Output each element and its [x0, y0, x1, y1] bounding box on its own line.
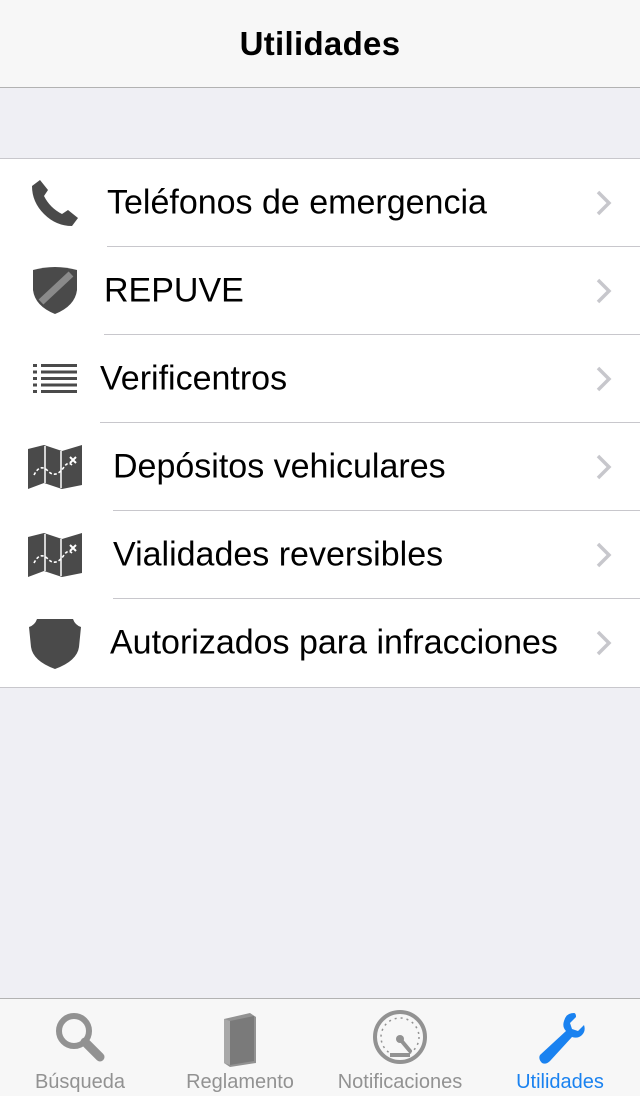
list-item-label: Depósitos vehiculares	[113, 447, 446, 486]
page-title: Utilidades	[239, 24, 401, 62]
list-item-vialidades-reversibles[interactable]: Vialidades reversibles	[0, 511, 640, 599]
tab-label: Búsqueda	[34, 1071, 126, 1093]
map-icon	[26, 440, 84, 494]
phone-icon	[26, 176, 84, 230]
tab-bar: Búsqueda Reglamento Notificaciones Utili…	[0, 998, 640, 1096]
list-item-depositos-vehiculares[interactable]: Depósitos vehiculares	[0, 423, 640, 511]
list-icon	[26, 352, 84, 406]
list-item-label: Autorizados para infracciones	[110, 623, 558, 662]
wrench-icon	[539, 1013, 585, 1064]
list-item-label: Vialidades reversibles	[113, 535, 444, 574]
tab-label: Utilidades	[516, 1071, 604, 1093]
chevron-right-icon	[596, 630, 612, 656]
list-item-verificentros[interactable]: Verificentros	[0, 335, 640, 423]
chevron-right-icon	[596, 366, 612, 392]
list-item-autorizados-infracciones[interactable]: Autorizados para infracciones	[0, 599, 640, 687]
chevron-right-icon	[596, 278, 612, 304]
navigation-bar: Utilidades	[0, 0, 640, 88]
list-item-label: Verificentros	[100, 359, 288, 398]
search-icon	[56, 1013, 105, 1062]
shield-icon	[26, 264, 84, 318]
list-item-label: Teléfonos de emergencia	[107, 183, 487, 222]
chevron-right-icon	[596, 454, 612, 480]
book-icon	[224, 1013, 256, 1067]
tab-busqueda[interactable]: Búsqueda	[0, 999, 160, 1096]
tab-utilidades[interactable]: Utilidades	[480, 999, 640, 1096]
map-icon	[26, 528, 84, 582]
chevron-right-icon	[596, 190, 612, 216]
tab-notificaciones[interactable]: Notificaciones	[320, 999, 480, 1096]
utilities-list: Teléfonos de emergencia REPUVE Verificen…	[0, 158, 640, 688]
tab-label: Reglamento	[186, 1071, 294, 1093]
list-item-telefonos-emergencia[interactable]: Teléfonos de emergencia	[0, 159, 640, 247]
list-item-label: REPUVE	[104, 271, 244, 310]
list-item-repuve[interactable]: REPUVE	[0, 247, 640, 335]
chevron-right-icon	[596, 542, 612, 568]
tab-reglamento[interactable]: Reglamento	[160, 999, 320, 1096]
badge-icon	[26, 616, 84, 670]
gauge-icon	[373, 1010, 427, 1064]
tab-label: Notificaciones	[337, 1071, 463, 1093]
